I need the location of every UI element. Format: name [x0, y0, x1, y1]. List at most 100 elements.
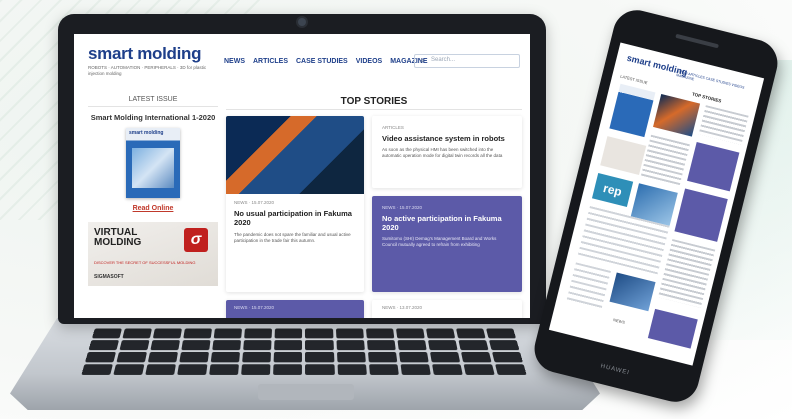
keyboard-key [336, 352, 366, 363]
site-tagline: ROBOTS · AUTOMATION · PERIPHERALS · 3D f… [88, 65, 207, 76]
keyboard-key [366, 340, 396, 351]
rep-logo-icon[interactable]: rep [591, 173, 634, 207]
keyboard-key [365, 328, 395, 339]
story-title[interactable]: Video assistance system in robots [382, 134, 512, 143]
phone-story-image[interactable] [609, 272, 656, 312]
issue-name: Smart Molding International 1-2020 [90, 113, 216, 122]
keyboard-key [337, 364, 367, 375]
laptop-keyboard [81, 328, 527, 377]
keyboard-key [367, 352, 397, 363]
keyboard-key [183, 328, 213, 339]
story-meta: NEWS · 13.07.2020 [382, 305, 423, 310]
site-logo[interactable]: smart molding [88, 44, 202, 64]
keyboard-key [84, 352, 117, 363]
keyboard-key [211, 352, 241, 363]
keyboard-key [122, 328, 153, 339]
top-stories: TOP STORIES NEWS · 15.07.2020 No usual p… [226, 96, 522, 318]
keyboard-key [305, 340, 334, 351]
nav-videos[interactable]: VIDEOS [356, 58, 382, 65]
keyboard-key [181, 340, 211, 351]
phone-nav[interactable]: NEWS ARTICLES CASE STUDIES VIDEOS MAGAZI… [676, 69, 761, 98]
keyboard-key [400, 364, 431, 375]
ad-subline: DISCOVER THE SECRET OF SUCCESSFUL MOLDIN… [94, 260, 196, 265]
keyboard-key [491, 352, 523, 363]
keyboard-key [242, 352, 272, 363]
story-card[interactable]: ARTICLES Video assistance system in robo… [372, 116, 522, 188]
story-meta: NEWS · 15.07.2020 [382, 205, 423, 210]
keyboard-key [152, 328, 183, 339]
phone-story-image[interactable] [653, 93, 701, 137]
phone-story-card[interactable] [674, 188, 728, 242]
keyboard-key [274, 340, 303, 351]
keyboard-key [274, 352, 303, 363]
keyboard-key [179, 352, 210, 363]
cover-title: smart molding [129, 130, 164, 136]
keyboard-key [81, 364, 113, 375]
search-icon: ⌕ [420, 56, 425, 65]
nav-news[interactable]: NEWS [224, 58, 245, 65]
keyboard-key [209, 364, 240, 375]
story-card[interactable]: NEWS · 15.07.2020 No active participatio… [372, 196, 522, 292]
webcam [298, 18, 306, 26]
main-nav: NEWS ARTICLES CASE STUDIES VIDEOS MAGAZI… [224, 58, 428, 65]
phone-ad-banner[interactable] [600, 136, 647, 175]
phone-speaker [675, 33, 719, 49]
keyboard-key [429, 352, 460, 363]
nav-case-studies[interactable]: CASE STUDIES [296, 58, 348, 65]
story-title[interactable]: No usual participation in Fakuma 2020 [234, 209, 356, 227]
keyboard-key [368, 364, 399, 375]
keyboard-key [398, 352, 429, 363]
phone-magazine-cover[interactable] [609, 83, 656, 138]
keyboard-key [150, 340, 181, 351]
keyboard-key [463, 364, 495, 375]
magazine-cover[interactable]: smart molding [126, 128, 180, 198]
phone-story-card[interactable] [687, 141, 740, 192]
story-meta: NEWS · 15.07.2020 [234, 200, 275, 205]
story-meta: ARTICLES [382, 125, 404, 130]
search-placeholder: Search... [431, 57, 456, 63]
search-input[interactable]: ⌕ Search... [414, 54, 520, 68]
phone-story-text[interactable] [566, 262, 611, 310]
story-card[interactable]: NEWS · 15.07.2020 No usual participation… [226, 116, 364, 292]
story-title[interactable]: No active participation in Fakuma 2020 [382, 214, 512, 232]
story-card[interactable]: NEWS · 15.07.2020 [226, 300, 364, 318]
keyboard-key [88, 340, 120, 351]
keyboard-key [460, 352, 492, 363]
keyboard-key [431, 364, 463, 375]
keyboard-key [397, 340, 427, 351]
laptop-trackpad [258, 384, 354, 400]
keyboard-key [305, 352, 334, 363]
keyboard-key [147, 352, 179, 363]
phone-news-label: NEWS [612, 317, 626, 325]
phone-story-card[interactable] [647, 308, 698, 349]
phone-story-text[interactable] [657, 238, 716, 308]
phone-story-text[interactable] [698, 105, 749, 145]
keyboard-key [243, 340, 272, 351]
story-card[interactable]: NEWS · 13.07.2020 [372, 300, 522, 318]
keyboard-key [241, 364, 271, 375]
latest-issue-title: LATEST ISSUE [88, 96, 218, 107]
keyboard-key [91, 328, 122, 339]
story-meta: NEWS · 15.07.2020 [234, 305, 275, 310]
phone-latest-issue: LATEST ISSUE [619, 73, 649, 86]
keyboard-key [305, 364, 335, 375]
story-excerpt: Sumitomo (SHI) Demag's Management Board … [382, 236, 497, 247]
keyboard-key [119, 340, 150, 351]
nav-articles[interactable]: ARTICLES [253, 58, 288, 65]
keyboard-key [213, 328, 243, 339]
keyboard-key [455, 328, 486, 339]
keyboard-key [488, 340, 520, 351]
keyboard-key [212, 340, 242, 351]
read-online-link[interactable]: Read Online [88, 205, 218, 212]
keyboard-key [425, 328, 456, 339]
keyboard-key [274, 328, 303, 339]
ad-banner[interactable]: VIRTUAL MOLDING σ DISCOVER THE SECRET OF… [88, 222, 218, 286]
story-excerpt: The pandemic does not spare the familiar… [234, 232, 351, 243]
keyboard-key [273, 364, 303, 375]
ad-headline: VIRTUAL MOLDING [94, 227, 142, 248]
keyboard-key [113, 364, 145, 375]
sidebar: LATEST ISSUE Smart Molding International… [88, 96, 218, 286]
keyboard-key [177, 364, 208, 375]
phone-story-text[interactable] [640, 134, 690, 186]
keyboard-key [244, 328, 273, 339]
